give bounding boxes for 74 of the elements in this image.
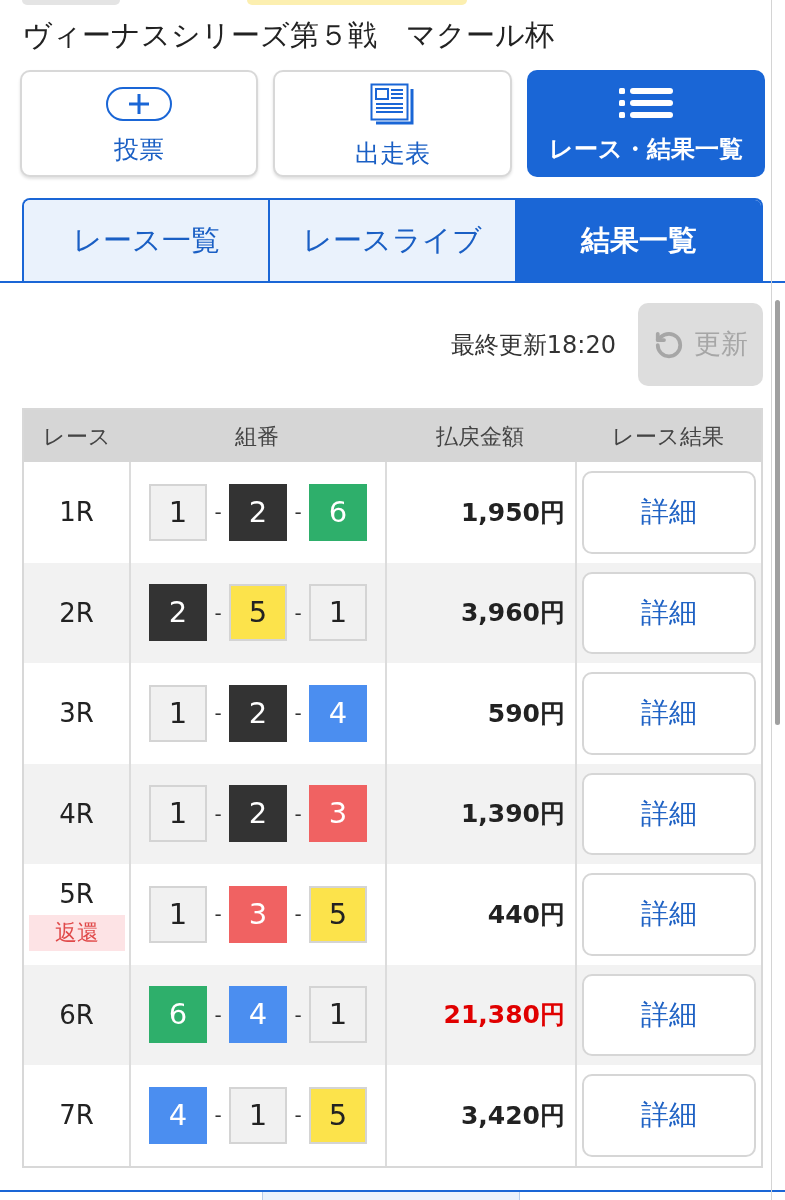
payout-amount: 1,950円: [460, 496, 565, 529]
separator-dash: -: [213, 901, 223, 929]
page-title: ヴィーナスシリーズ第５戦 マクール杯: [22, 18, 554, 52]
bracket-number: 5: [229, 584, 287, 642]
refund-badge: 返還: [28, 915, 125, 952]
bracket-number: 6: [149, 986, 207, 1044]
race-number: 1R: [59, 496, 94, 530]
column-header: レース結果: [612, 422, 724, 451]
separator-dash: -: [213, 499, 223, 527]
payout-amount: 440円: [487, 898, 565, 931]
detail-button[interactable]: 詳細: [582, 672, 756, 755]
separator-dash: -: [213, 700, 223, 728]
bracket-number: 3: [229, 885, 287, 943]
separator-dash: -: [293, 800, 303, 828]
bracket-number: 4: [309, 684, 367, 742]
bracket-number: 5: [309, 885, 367, 943]
bracket-number: 2: [229, 785, 287, 843]
bracket-number: 1: [309, 584, 367, 642]
last-updated-label: 最終更新18:20: [450, 329, 616, 361]
detail-button[interactable]: 詳細: [582, 772, 756, 855]
bracket-number: 1: [149, 684, 207, 742]
list-icon: [618, 87, 673, 118]
separator-dash: -: [293, 1001, 303, 1029]
race-number: 6R: [59, 998, 94, 1032]
bracket-number: 1: [149, 885, 207, 943]
bracket-number: 2: [149, 584, 207, 642]
bracket-number: 2: [229, 483, 287, 541]
bracket-number: 2: [229, 684, 287, 742]
separator-dash: -: [293, 499, 303, 527]
race-number: 5R: [59, 878, 94, 912]
payout-amount: 21,380円: [443, 999, 565, 1031]
bracket-number: 1: [149, 785, 207, 843]
bracket-number: 1: [309, 986, 367, 1044]
separator-dash: -: [293, 700, 303, 728]
payout-amount: 3,420円: [460, 1099, 565, 1132]
separator-dash: -: [293, 599, 303, 627]
nav-button[interactable]: レース・結果一覧: [526, 70, 765, 177]
refresh-icon: [653, 329, 684, 360]
separator-dash: -: [213, 599, 223, 627]
detail-button[interactable]: 詳細: [582, 973, 756, 1056]
bracket-number: 5: [309, 1086, 367, 1144]
column-header: 払戻金額: [436, 422, 524, 451]
separator-dash: -: [293, 901, 303, 929]
tab[interactable]: レースライブ: [268, 200, 515, 281]
payout-amount: 3,960円: [460, 597, 565, 629]
bracket-number: 1: [149, 483, 207, 541]
detail-button[interactable]: 詳細: [582, 471, 756, 554]
separator-dash: -: [213, 800, 223, 828]
nav-button[interactable]: 出走表: [273, 70, 512, 177]
race-number: 2R: [59, 596, 94, 630]
plus-icon: [106, 86, 173, 121]
detail-button[interactable]: 詳細: [582, 873, 756, 956]
separator-dash: -: [293, 1102, 303, 1130]
bracket-number: 4: [229, 986, 287, 1044]
tab[interactable]: 結果一覧: [514, 200, 761, 281]
detail-button[interactable]: 詳細: [582, 1074, 756, 1157]
race-number: 3R: [59, 697, 94, 731]
tab[interactable]: レース一覧: [24, 200, 269, 281]
race-number: 7R: [59, 1099, 94, 1133]
race-number: 4R: [59, 797, 94, 831]
payout-amount: 1,390円: [460, 798, 565, 830]
column-header: 組番: [235, 422, 279, 451]
scrollbar-thumb[interactable]: [775, 300, 780, 725]
bracket-number: 1: [229, 1086, 287, 1144]
payout-amount: 590円: [487, 697, 565, 730]
bracket-number: 3: [309, 785, 367, 843]
bracket-number: 4: [149, 1086, 207, 1144]
nav-button[interactable]: 投票: [20, 70, 259, 177]
separator-dash: -: [213, 1102, 223, 1130]
detail-button[interactable]: 詳細: [582, 571, 756, 654]
newspaper-icon: [370, 82, 415, 125]
column-header: レース: [42, 422, 111, 451]
bracket-number: 6: [309, 483, 367, 541]
separator-dash: -: [213, 1001, 223, 1029]
